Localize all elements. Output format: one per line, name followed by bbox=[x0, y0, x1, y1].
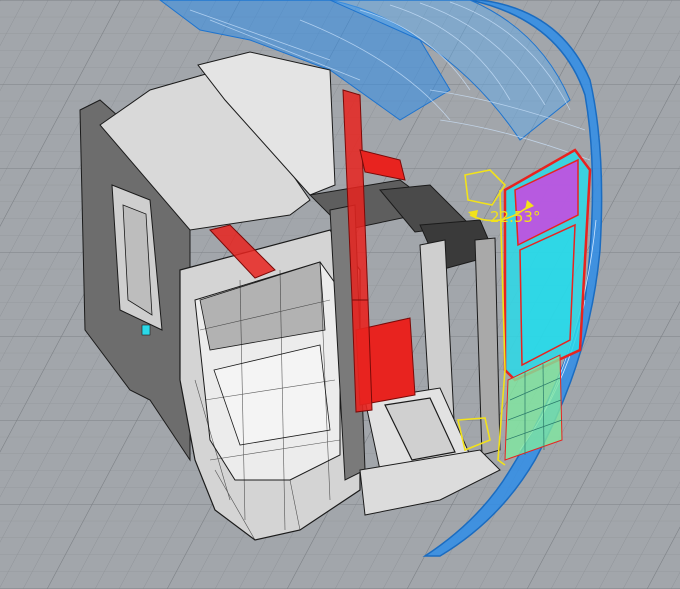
3d-viewport[interactable]: 22.53° bbox=[0, 0, 680, 589]
viewport-canvas[interactable]: 22.53° bbox=[0, 0, 680, 589]
angle-label: 22.53° bbox=[490, 208, 540, 226]
